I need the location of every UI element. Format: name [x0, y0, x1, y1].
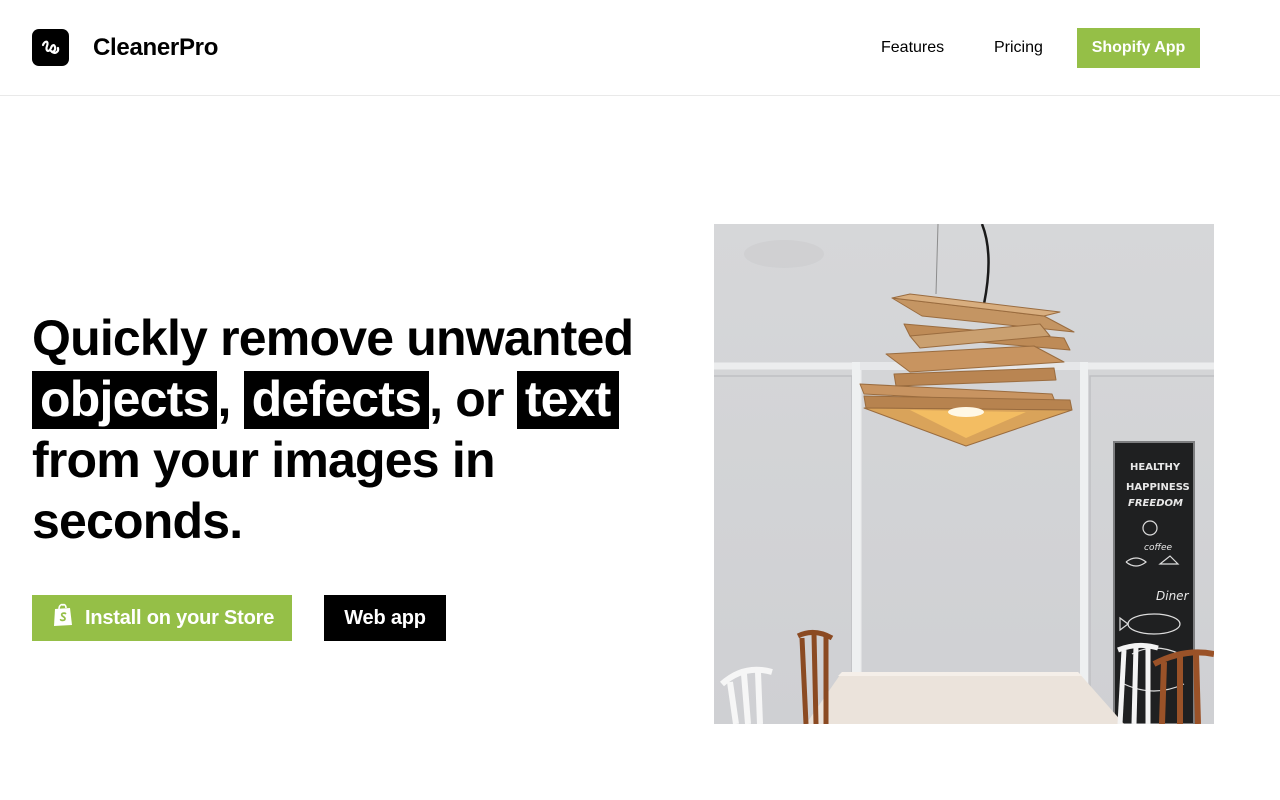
heading-line-3: from your images in	[32, 432, 495, 488]
hero-image: HEALTHY HAPPINESS FREEDOM coffee Diner	[714, 224, 1214, 724]
svg-text:HEALTHY: HEALTHY	[1130, 462, 1181, 473]
hero-heading: Quickly remove unwanted objects, defects…	[32, 308, 634, 552]
install-button-label: Install on your Store	[85, 606, 275, 629]
nav-link-features[interactable]: Features	[881, 38, 944, 58]
shopify-bag-icon	[52, 603, 74, 633]
dining-table	[806, 672, 1124, 724]
brand-name[interactable]: CleanerPro	[93, 34, 218, 62]
svg-text:Diner: Diner	[1156, 589, 1190, 603]
web-app-button[interactable]: Web app	[324, 595, 446, 641]
nav-link-pricing[interactable]: Pricing	[994, 38, 1043, 58]
highlight-text: text	[516, 371, 619, 429]
svg-text:FREEDOM: FREEDOM	[1128, 498, 1183, 509]
svg-text:HAPPINESS: HAPPINESS	[1126, 482, 1190, 493]
heading-line-2: objects, defects, or text	[32, 369, 632, 430]
svg-text:coffee: coffee	[1144, 543, 1172, 553]
shopify-app-button[interactable]: Shopify App	[1077, 28, 1200, 68]
heading-line-1: Quickly remove unwanted	[32, 310, 634, 366]
heading-separator-2: , or	[429, 371, 504, 427]
install-on-store-button[interactable]: Install on your Store	[32, 595, 292, 641]
highlight-objects: objects	[32, 371, 218, 429]
highlight-defects: defects	[243, 371, 430, 429]
heading-separator-1: ,	[217, 371, 231, 427]
heading-line-4: seconds.	[32, 493, 243, 549]
site-header: CleanerPro Features Pricing Shopify App	[0, 0, 1280, 96]
logo-icon[interactable]	[32, 29, 69, 66]
